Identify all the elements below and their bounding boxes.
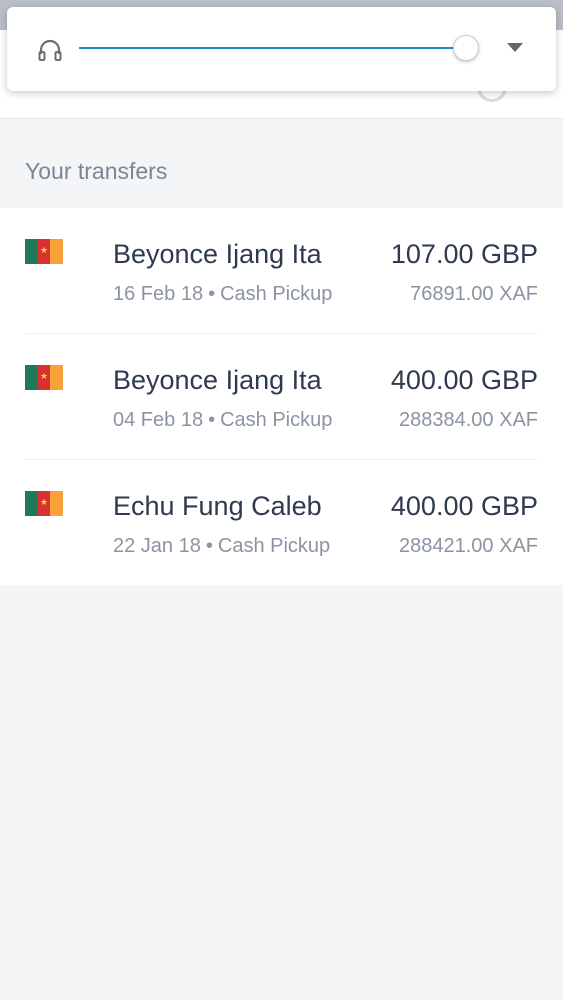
transfers-screen: Your transfers ★ Beyonce Ijang Ita 16 Fe… [0,0,563,1000]
transfer-row[interactable]: ★ Echu Fung Caleb 22 Jan 18 • Cash Pickup … [0,460,563,586]
transfer-row[interactable]: ★ Beyonce Ijang Ita 04 Feb 18 • Cash Picku… [0,334,563,460]
transfer-date: 04 Feb 18 [113,409,204,431]
flag-star-icon: ★ [39,371,49,381]
transfer-list: ★ Beyonce Ijang Ita 16 Feb 18 • Cash Picku… [0,208,563,585]
amount-sent: 400.00 GBP [390,365,538,395]
amount-sent: 400.00 GBP [390,491,538,521]
transfer-meta: 04 Feb 18 • Cash Pickup [113,409,332,432]
section-title: Your transfers [25,158,168,184]
cameroon-flag-icon: ★ [25,239,64,264]
amount-received: 288384.00 XAF [399,409,538,431]
transfer-meta: 16 Feb 18 • Cash Pickup [113,283,332,306]
transfer-row[interactable]: ★ Beyonce Ijang Ita 16 Feb 18 • Cash Picku… [0,208,563,334]
meta-separator: • [208,283,216,305]
headphone-icon [38,39,62,61]
volume-popup [7,7,556,91]
recipient-name: Beyonce Ijang Ita [113,239,322,269]
meta-separator: • [208,409,216,431]
amount-sent: 107.00 GBP [390,239,538,269]
amount-received: 76891.00 XAF [410,283,538,305]
cameroon-flag-icon: ★ [25,491,64,516]
volume-slider-thumb[interactable] [453,35,479,61]
transfer-method: Cash Pickup [217,535,331,557]
transfer-date: 22 Jan 18 [113,535,201,557]
transfer-meta: 22 Jan 18 • Cash Pickup [113,535,330,558]
transfer-date: 16 Feb 18 [113,283,204,305]
volume-slider-track[interactable] [79,47,467,49]
amount-received: 288421.00 XAF [399,535,538,557]
expand-volume-icon[interactable] [507,43,523,52]
recipient-name: Beyonce Ijang Ita [113,365,322,395]
cameroon-flag-icon: ★ [25,365,64,390]
meta-separator: • [205,535,213,557]
transfer-method: Cash Pickup [220,409,333,431]
flag-star-icon: ★ [39,497,49,507]
recipient-name: Echu Fung Caleb [113,491,322,521]
flag-star-icon: ★ [39,245,49,255]
transfer-method: Cash Pickup [220,283,333,305]
